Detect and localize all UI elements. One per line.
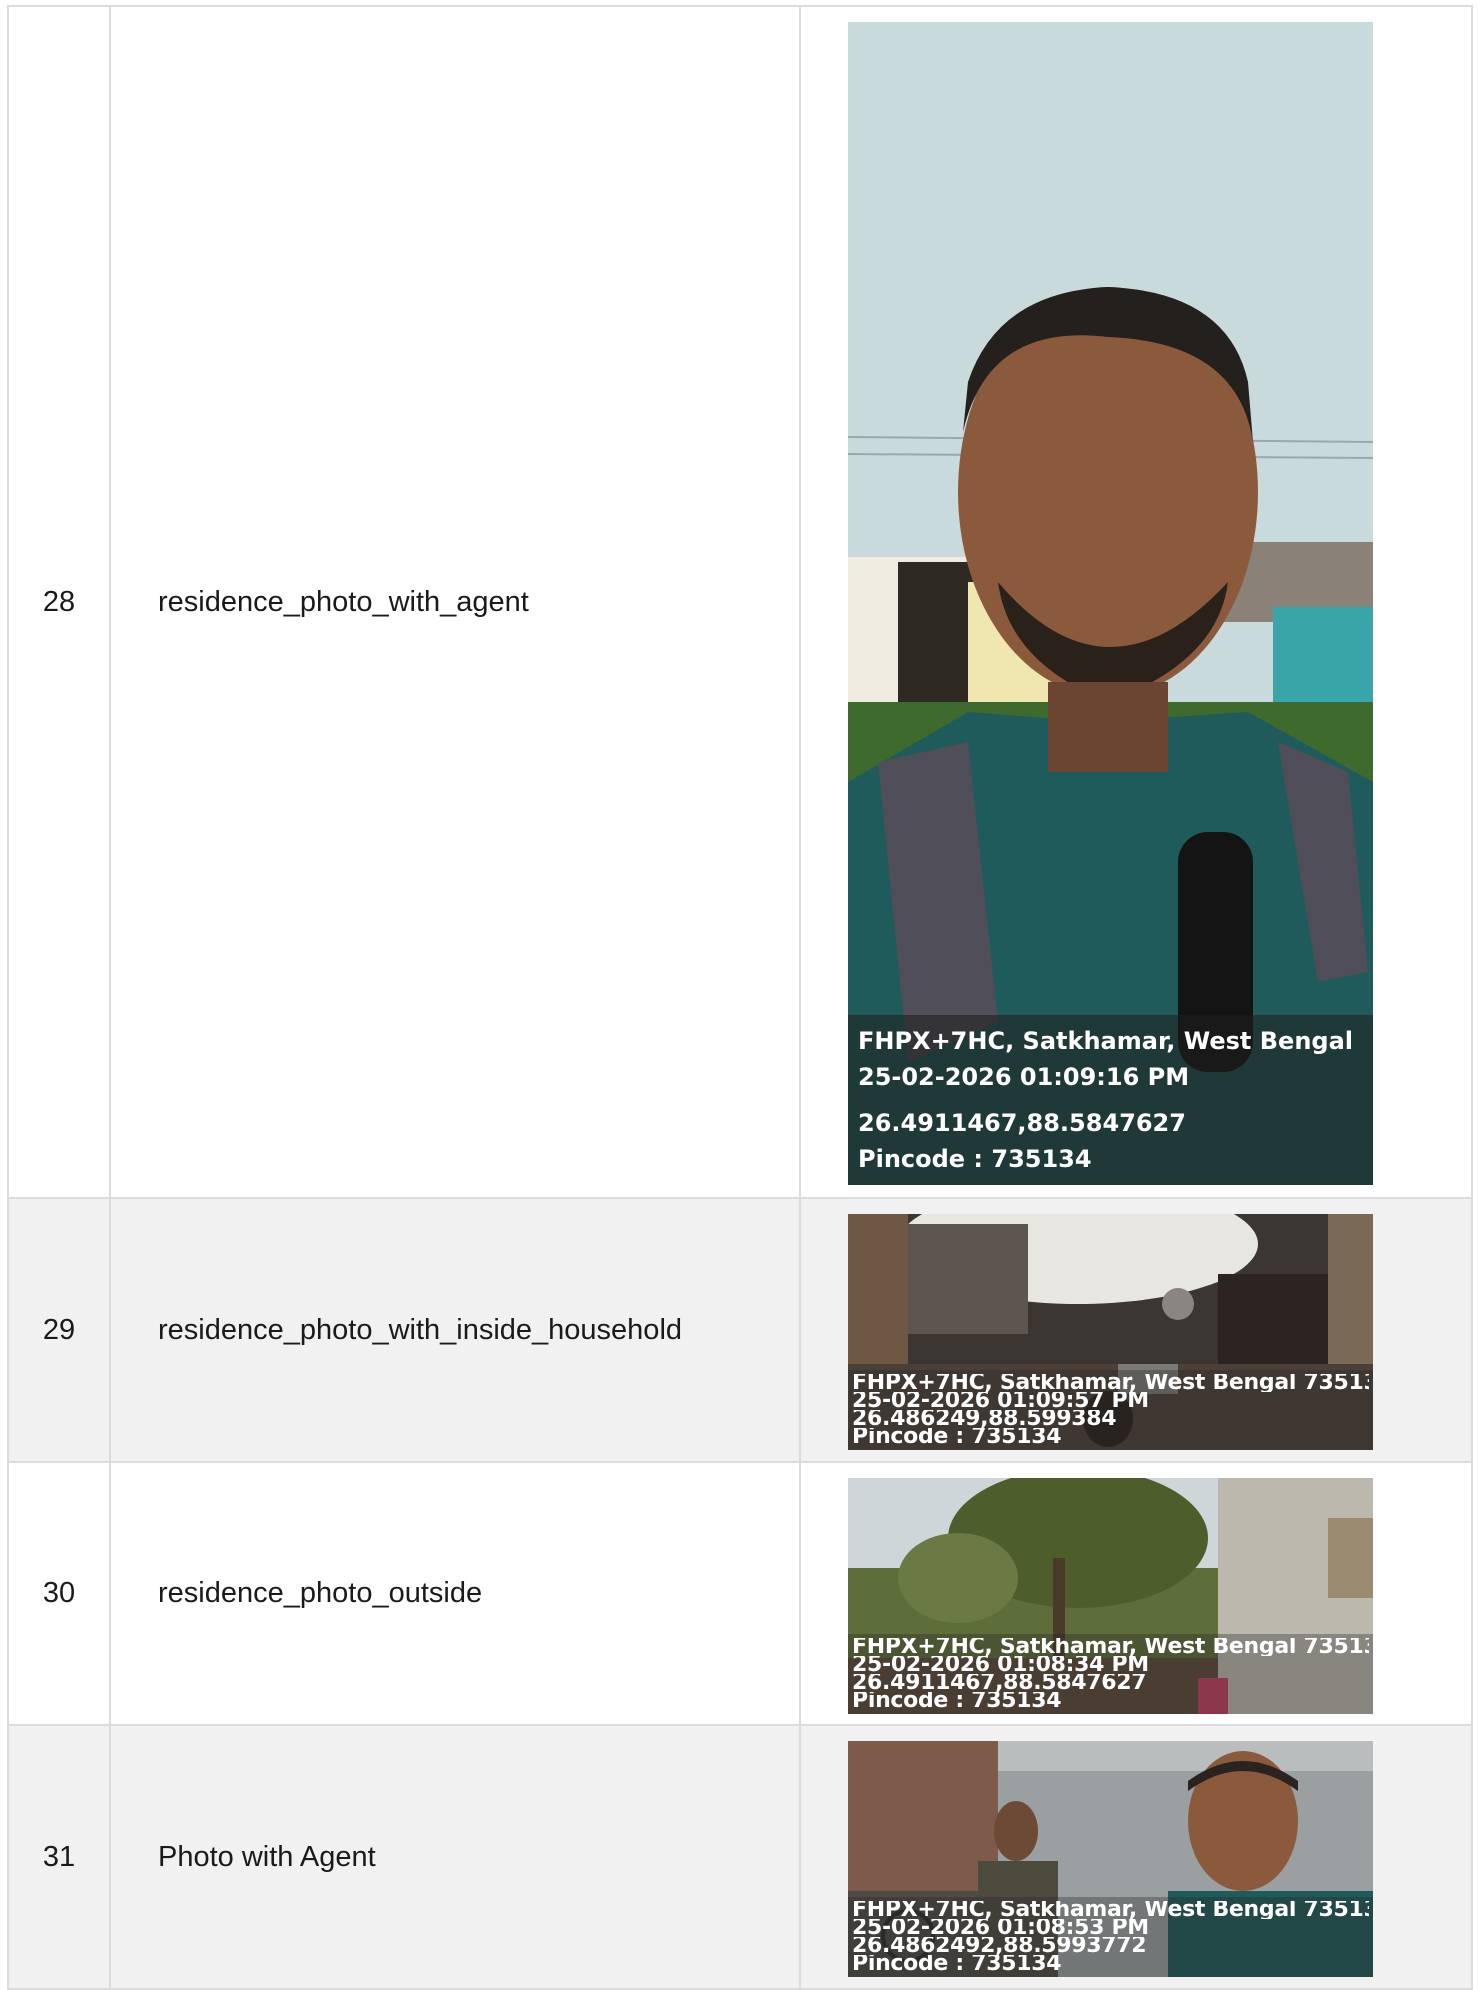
row-label: residence_photo_with_inside_household <box>109 1197 801 1463</box>
row-label: Photo with Agent <box>109 1724 801 1990</box>
photo-address: FHPX+7HC, Satkhamar, West Bengal 735134 <box>852 1638 1369 1656</box>
inside-household-photo[interactable]: FHPX+7HC, Satkhamar, West Bengal 735134 … <box>848 1214 1373 1450</box>
photo-address: FHPX+7HC, Satkhamar, West Bengal 735134 <box>852 1901 1369 1919</box>
photo-geotag-overlay: FHPX+7HC, Satkhamar, West Bengal 735134 … <box>848 1015 1373 1185</box>
photo-address: FHPX+7HC, Satkhamar, West Bengal 735134 <box>852 1374 1369 1392</box>
photo-cell: FHPX+7HC, Satkhamar, West Bengal 735134 … <box>799 1197 1473 1463</box>
residence-outside-photo[interactable]: FHPX+7HC, Satkhamar, West Bengal 735134 … <box>848 1478 1373 1714</box>
photo-coordinates: 26.4862492,88.5993772 <box>852 1937 1147 1955</box>
photo-pincode: Pincode : 735134 <box>852 1428 1062 1446</box>
row-index: 30 <box>7 1461 111 1726</box>
row-label: residence_photo_outside <box>109 1461 801 1726</box>
photo-cell: FHPX+7HC, Satkhamar, West Bengal 735134 … <box>799 5 1473 1199</box>
photo-cell: FHPX+7HC, Satkhamar, West Bengal 735134 … <box>799 1461 1473 1726</box>
photo-datetime: 25-02-2026 01:08:34 PM <box>852 1656 1149 1674</box>
photo-geotag-overlay: FHPX+7HC, Satkhamar, West Bengal 735134 … <box>848 1897 1373 1977</box>
row-index: 29 <box>7 1197 111 1463</box>
photo-datetime: 25-02-2026 01:09:57 PM <box>852 1392 1149 1410</box>
photo-pincode: Pincode : 735134 <box>852 1955 1062 1973</box>
photo-datetime: 25-02-2026 01:09:16 PM <box>858 1063 1190 1091</box>
photo-pincode: Pincode : 735134 <box>852 1692 1062 1710</box>
row-index: 31 <box>7 1724 111 1990</box>
photo-cell: FHPX+7HC, Satkhamar, West Bengal 735134 … <box>799 1724 1473 1990</box>
table-row: 28 residence_photo_with_agent FHPX+7HC, … <box>7 5 1473 1199</box>
table-row: 31 Photo with Agent FHPX+7HC, Satkhamar,… <box>7 1724 1473 1990</box>
table-row: 29 residence_photo_with_inside_household <box>7 1197 1473 1463</box>
row-index: 28 <box>7 5 111 1199</box>
photo-with-agent[interactable]: FHPX+7HC, Satkhamar, West Bengal 735134 … <box>848 1741 1373 1977</box>
photo-coordinates: 26.486249,88.599384 <box>852 1410 1117 1428</box>
photo-pincode: Pincode : 735134 <box>858 1145 1092 1173</box>
document-table: 28 residence_photo_with_agent FHPX+7HC, … <box>7 5 1473 1990</box>
row-label: residence_photo_with_agent <box>109 5 801 1199</box>
photo-datetime: 25-02-2026 01:08:53 PM <box>852 1919 1149 1937</box>
table-row: 30 residence_photo_outside FHPX+7HC, Sat… <box>7 1461 1473 1726</box>
photo-geotag-overlay: FHPX+7HC, Satkhamar, West Bengal 735134 … <box>848 1370 1373 1450</box>
photo-coordinates: 26.4911467,88.5847627 <box>852 1674 1147 1692</box>
photo-geotag-overlay: FHPX+7HC, Satkhamar, West Bengal 735134 … <box>848 1634 1373 1714</box>
agent-selfie-photo[interactable]: FHPX+7HC, Satkhamar, West Bengal 735134 … <box>848 22 1373 1185</box>
photo-address: FHPX+7HC, Satkhamar, West Bengal 735134 <box>858 1027 1363 1055</box>
photo-coordinates: 26.4911467,88.5847627 <box>858 1109 1186 1137</box>
